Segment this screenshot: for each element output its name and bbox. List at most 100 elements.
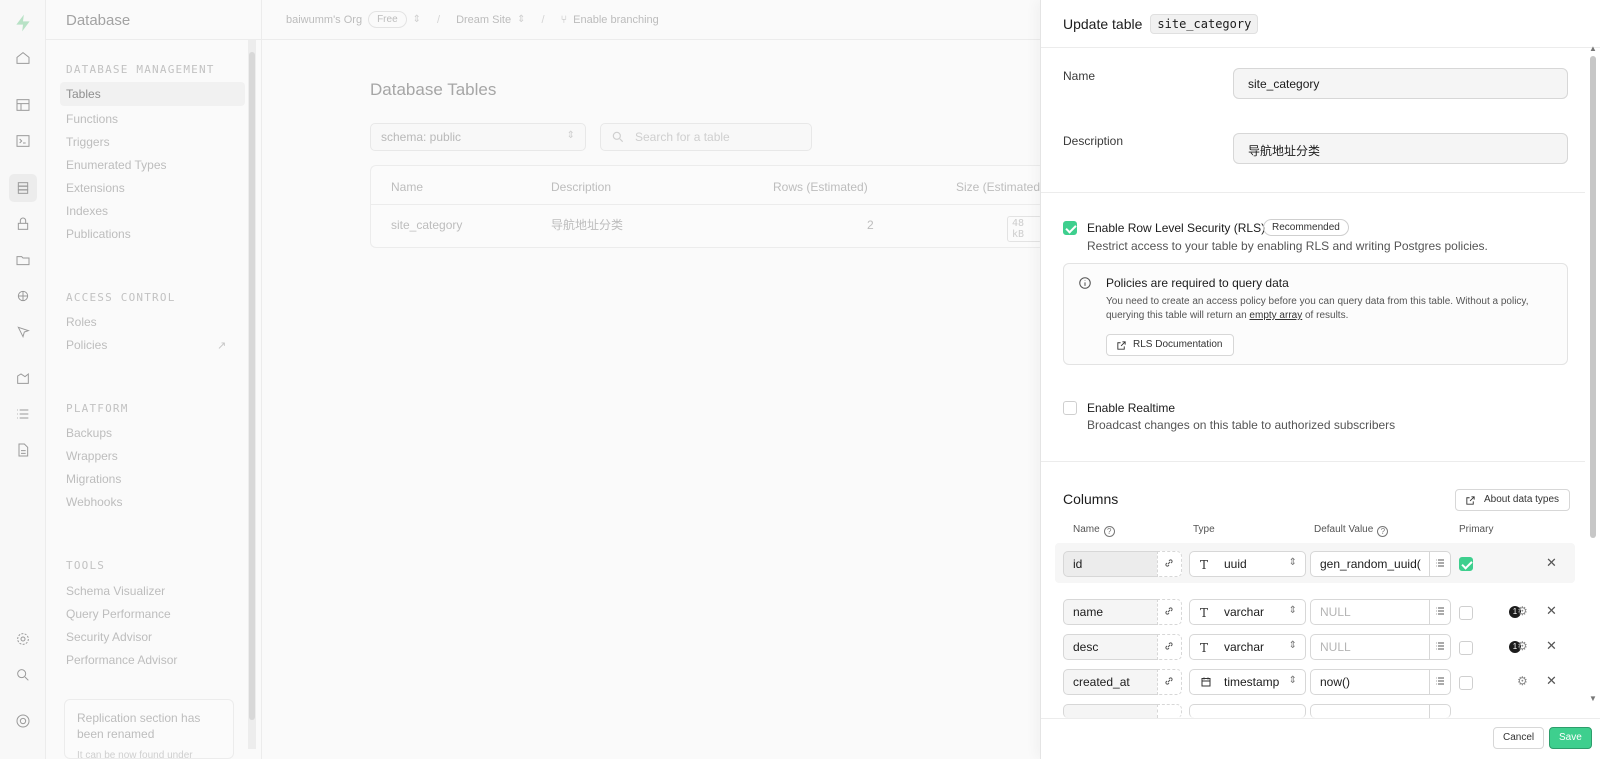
default-value-input[interactable]: NULL [1310,599,1430,625]
schema-selector[interactable]: schema: public ⇕ [370,123,586,151]
column-name-input[interactable] [1063,704,1158,718]
default-value-input[interactable]: now() [1310,669,1430,695]
column-name-input[interactable]: name [1063,599,1158,625]
column-settings-gear-icon[interactable]: ⚙ [1517,674,1528,688]
chevron-updown-icon: ⇕ [566,130,575,141]
home-icon[interactable] [13,48,33,68]
sidebar-item-migrations[interactable]: Migrations [66,472,121,486]
default-value-input[interactable] [1310,704,1430,718]
user-avatar-icon[interactable] [13,711,33,731]
realtime-icon[interactable] [13,322,33,342]
database-icon[interactable] [9,174,37,202]
edge-functions-icon[interactable] [13,286,33,306]
foreign-key-link-icon[interactable] [1157,599,1182,625]
default-value-input[interactable]: NULL [1310,634,1430,660]
org-name[interactable]: baiwumm's Org [286,14,362,26]
foreign-key-link-icon[interactable] [1157,551,1182,577]
supabase-logo-icon[interactable] [13,13,33,33]
settings-gear-icon[interactable] [13,629,33,649]
sql-editor-icon[interactable] [13,131,33,151]
table-description-input[interactable]: 导航地址分类 [1233,133,1568,164]
default-value-menu-icon[interactable] [1429,704,1451,718]
sidebar-item-backups[interactable]: Backups [66,426,112,440]
primary-key-checkbox[interactable] [1459,557,1473,571]
reports-icon[interactable] [13,368,33,388]
default-value-menu-icon[interactable] [1429,551,1451,577]
primary-key-checkbox[interactable] [1459,606,1473,620]
api-docs-icon[interactable] [13,440,33,460]
sidebar-item-schema-visualizer[interactable]: Schema Visualizer [66,584,165,598]
primary-key-checkbox[interactable] [1459,676,1473,690]
default-value-input[interactable]: gen_random_uuid( [1310,551,1430,577]
scroll-down-arrow-icon[interactable]: ▼ [1589,694,1597,703]
column-name-input[interactable]: desc [1063,634,1158,660]
help-circle-icon[interactable]: ? [1103,526,1115,537]
table-search-input[interactable]: Search for a table [600,123,812,151]
col-header-size: Size (Estimated) [956,180,1045,194]
help-circle-icon[interactable]: ? [1377,526,1389,537]
panel-footer: Cancel Save [1041,718,1600,759]
remove-column-icon[interactable]: ✕ [1546,555,1557,571]
logs-icon[interactable] [13,404,33,424]
project-switcher-chevron-icon[interactable]: ⇕ [517,14,525,25]
enable-realtime-checkbox[interactable] [1063,401,1077,415]
scroll-up-arrow-icon[interactable]: ▲ [1589,44,1597,53]
org-switcher-chevron-icon[interactable]: ⇕ [413,14,421,25]
sidebar-item-webhooks[interactable]: Webhooks [66,495,122,509]
sidebar-item-roles[interactable]: Roles [66,315,97,329]
sidebar-item-policies[interactable]: Policies [66,338,107,352]
primary-key-checkbox[interactable] [1459,641,1473,655]
realtime-title: Enable Realtime [1087,401,1176,415]
foreign-key-link-icon[interactable] [1157,704,1182,718]
sidebar-item-triggers[interactable]: Triggers [66,135,110,149]
sidebar-item-query-performance[interactable]: Query Performance [66,607,171,621]
sidebar-item-indexes[interactable]: Indexes [66,204,108,218]
foreign-key-link-icon[interactable] [1157,634,1182,660]
enable-branching-link[interactable]: Enable branching [573,14,659,26]
column-name-input[interactable]: created_at [1063,669,1158,695]
panel-scrollbar[interactable]: ▲ ▼ [1586,44,1600,704]
search-icon[interactable] [13,665,33,685]
default-value-menu-icon[interactable] [1429,669,1451,695]
enable-rls-checkbox[interactable] [1063,221,1077,235]
default-value-menu-icon[interactable] [1429,599,1451,625]
column-type-select[interactable]: Tvarchar ⇕ [1189,634,1306,660]
sidebar-item-enumerated-types[interactable]: Enumerated Types [66,158,167,172]
alert-title: Policies are required to query data [1106,276,1289,290]
save-button[interactable]: Save [1549,727,1592,749]
about-data-types-button[interactable]: About data types [1455,489,1571,511]
column-type-select[interactable]: Tuuid ⇕ [1189,551,1306,577]
remove-column-icon[interactable]: ✕ [1546,638,1557,654]
sidebar-item-wrappers[interactable]: Wrappers [66,449,118,463]
column-type-select[interactable] [1189,704,1306,718]
cancel-button[interactable]: Cancel [1493,727,1545,749]
sidebar-item-publications[interactable]: Publications [66,227,131,241]
column-name-input[interactable]: id [1063,551,1158,577]
default-value-menu-icon[interactable] [1429,634,1451,660]
sidebar-scrollbar[interactable] [248,40,256,749]
rls-documentation-button[interactable]: RLS Documentation [1106,334,1234,356]
sidebar-item-extensions[interactable]: Extensions [66,181,125,195]
sidebar-scroll-thumb[interactable] [249,52,255,720]
foreign-key-link-icon[interactable] [1157,669,1182,695]
sidebar-item-security-advisor[interactable]: Security Advisor [66,630,152,644]
column-type-select[interactable]: Tvarchar ⇕ [1189,599,1306,625]
remove-column-icon[interactable]: ✕ [1546,603,1557,619]
panel-scroll-thumb[interactable] [1590,56,1596,538]
table-editor-icon[interactable] [13,95,33,115]
sidebar-item-performance-advisor[interactable]: Performance Advisor [66,653,177,667]
alert-text: You need to create an access policy befo… [1106,295,1546,323]
column-settings-gear-icon[interactable]: ⚙ [1517,639,1528,653]
empty-array-link[interactable]: empty array [1249,310,1302,321]
sidebar-item-tables[interactable]: Tables [60,82,245,106]
project-name[interactable]: Dream Site [456,14,511,26]
remove-column-icon[interactable]: ✕ [1546,673,1557,689]
column-type-select[interactable]: timestamp ⇕ [1189,669,1306,695]
table-name-input[interactable]: site_category [1233,68,1568,99]
table-row-name[interactable]: site_category [391,218,462,232]
sidebar-item-functions[interactable]: Functions [66,112,118,126]
auth-lock-icon[interactable] [13,214,33,234]
storage-icon[interactable] [13,250,33,270]
column-type-value: uuid [1224,557,1247,571]
column-settings-gear-icon[interactable]: ⚙ [1517,604,1528,618]
